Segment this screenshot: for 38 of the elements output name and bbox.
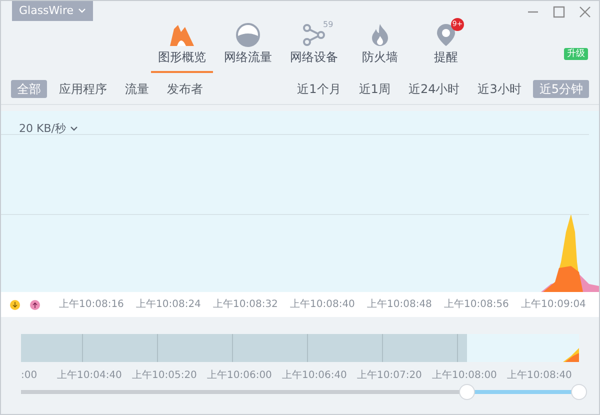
- time-label: 上午10:08:48: [367, 298, 433, 312]
- nav-tab[interactable]: 防火墙: [349, 21, 411, 73]
- time-label: 上午10:08:32: [213, 298, 279, 312]
- upload-icon: [30, 300, 40, 310]
- gauge-icon: [236, 23, 260, 47]
- time-range-tab[interactable]: 近1个月: [291, 80, 347, 98]
- nav-tab[interactable]: 网络流量: [217, 21, 279, 73]
- time-label: 上午10:08:40: [290, 298, 356, 312]
- time-label: 上午10:08:00: [432, 368, 498, 383]
- time-range-tab[interactable]: 近24小时: [402, 80, 466, 98]
- time-label: 上午10:06:40: [282, 368, 348, 383]
- time-label: 上午10:04:40: [57, 368, 123, 383]
- time-label: 上午10:08:40: [507, 368, 573, 383]
- chevron-down-icon: [78, 8, 86, 14]
- maximize-icon[interactable]: [553, 6, 565, 18]
- time-label: 上午10:08:56: [444, 298, 510, 312]
- time-label: :00: [21, 369, 38, 383]
- download-icon: [10, 300, 20, 310]
- chevron-down-icon: [70, 126, 78, 132]
- time-label: 上午10:09:04: [521, 298, 586, 312]
- nav-tab[interactable]: 网络设备 59: [283, 21, 345, 73]
- filter-tab[interactable]: 发布者: [161, 80, 209, 98]
- scale-dropdown[interactable]: 20 KB/秒: [19, 121, 78, 138]
- time-label: 上午10:08:16: [59, 298, 125, 312]
- time-label: 上午10:07:20: [357, 368, 423, 383]
- close-icon[interactable]: [579, 6, 591, 18]
- time-label: 上午10:05:20: [132, 368, 198, 383]
- flame-icon: [370, 23, 390, 47]
- time-label: 上午10:06:00: [207, 368, 273, 383]
- device-count: 59: [323, 19, 334, 31]
- filter-tab[interactable]: 应用程序: [53, 80, 113, 98]
- overview-peak-drawing: [563, 348, 579, 362]
- nav-tab[interactable]: 图形概览: [151, 21, 213, 73]
- mountain-icon: [169, 23, 195, 47]
- filter-tab[interactable]: 流量: [119, 80, 155, 98]
- time-range-tab[interactable]: 近3小时: [472, 80, 528, 98]
- time-range-tab[interactable]: 近1周: [352, 80, 396, 98]
- time-label: 上午10:08:24: [136, 298, 202, 312]
